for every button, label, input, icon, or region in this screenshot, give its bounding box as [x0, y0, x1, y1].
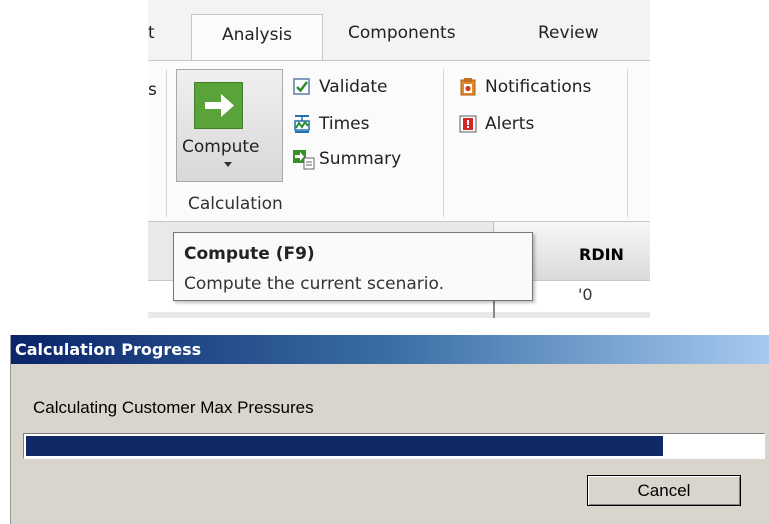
ribbon-body: s Compute Validate Times Summary Notific…	[148, 60, 650, 222]
summary-arrow-icon	[292, 149, 315, 170]
notification-icon	[458, 77, 478, 97]
progress-bar-fill	[26, 436, 663, 456]
cancel-button[interactable]: Cancel	[587, 475, 741, 506]
graph-icon	[292, 114, 312, 134]
table-cell[interactable]: '0	[578, 285, 593, 304]
tab-review[interactable]: Review	[538, 23, 599, 43]
partial-left-glyph: s	[148, 80, 157, 100]
compute-button-label: Compute	[182, 137, 260, 157]
alert-icon	[458, 114, 478, 134]
notifications-label: Notifications	[485, 77, 592, 97]
tab-partial-left[interactable]: t	[148, 23, 155, 43]
group-separator	[166, 69, 167, 217]
group-separator	[627, 69, 628, 217]
tab-components[interactable]: Components	[348, 23, 456, 43]
calculation-progress-dialog: Calculation Progress Calculating Custome…	[10, 335, 769, 524]
progress-bar	[23, 433, 765, 459]
checkbox-icon	[292, 77, 312, 97]
status-text: Calculating Customer Max Pressures	[33, 398, 314, 417]
tab-analysis[interactable]: Analysis	[191, 14, 323, 61]
times-label: Times	[319, 114, 370, 134]
column-header-label: RDIN	[579, 245, 624, 264]
group-separator	[443, 69, 444, 217]
dialog-title-bar[interactable]: Calculation Progress	[11, 335, 769, 364]
compute-tooltip: Compute (F9) Compute the current scenari…	[173, 232, 533, 301]
compute-button[interactable]: Compute	[176, 69, 283, 182]
summary-label: Summary	[319, 149, 402, 169]
dialog-title: Calculation Progress	[15, 340, 202, 359]
tooltip-description: Compute the current scenario.	[184, 274, 445, 294]
chevron-down-icon	[224, 162, 232, 167]
ribbon-tab-strip: t Analysis Components Review	[148, 0, 650, 61]
tooltip-title: Compute (F9)	[184, 244, 315, 264]
calculation-group-label: Calculation	[188, 194, 283, 214]
alerts-label: Alerts	[485, 114, 535, 134]
arrow-right-icon	[194, 82, 243, 129]
tab-analysis-label: Analysis	[221, 25, 293, 45]
ribbon-screenshot: t Analysis Components Review s Compute V…	[148, 0, 650, 318]
validate-label: Validate	[319, 77, 388, 97]
